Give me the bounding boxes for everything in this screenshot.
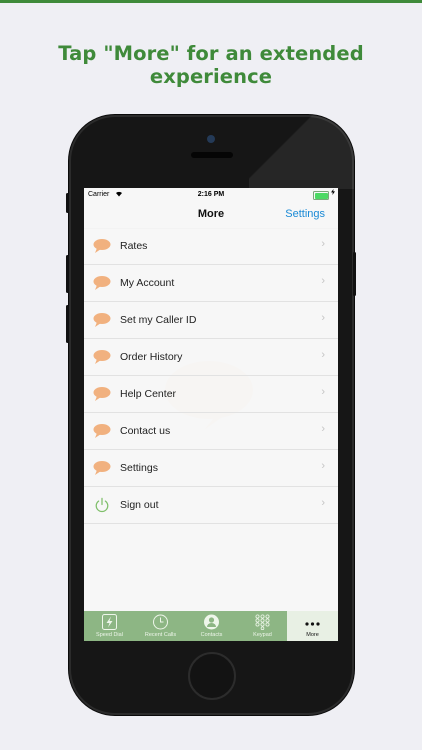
tab-label: More: [306, 632, 319, 638]
speech-bubble-icon: [93, 276, 111, 290]
speech-bubble-icon: [93, 239, 111, 253]
volume-up-button: [66, 255, 69, 293]
chevron-right-icon: ›: [321, 238, 325, 250]
tab-label: Speed Dial: [96, 632, 123, 638]
keypad-icon: [255, 614, 270, 630]
tab-keypad[interactable]: Keypad: [237, 611, 288, 641]
tab-recent-calls[interactable]: Recent Calls: [135, 611, 186, 641]
menu-row-label: Settings: [120, 462, 158, 474]
speech-bubble-icon: [93, 387, 111, 401]
more-menu-list: Rates › My Account › Set my Caller ID ›: [84, 228, 338, 524]
front-camera: [207, 135, 215, 143]
menu-row-my-account[interactable]: My Account ›: [84, 265, 338, 302]
speech-bubble-icon: [93, 461, 111, 475]
speech-bubble-icon: [93, 424, 111, 438]
navigation-bar: More Settings: [84, 201, 338, 229]
tab-speed-dial[interactable]: Speed Dial: [84, 611, 135, 641]
speech-bubble-icon: [93, 313, 111, 327]
mute-switch: [66, 193, 69, 213]
menu-row-set-caller-id[interactable]: Set my Caller ID ›: [84, 302, 338, 339]
menu-row-rates[interactable]: Rates ›: [84, 228, 338, 265]
promo-headline: Tap "More" for an extended experience: [58, 42, 364, 88]
chevron-right-icon: ›: [321, 349, 325, 361]
battery-icon: [313, 191, 329, 200]
clock-icon: [153, 614, 168, 630]
more-dots-icon: [305, 622, 320, 626]
menu-row-label: Order History: [120, 351, 183, 363]
top-accent-bar: [0, 0, 422, 3]
status-bar: Carrier 2:16 PM: [84, 188, 338, 201]
speech-bubble-icon: [93, 350, 111, 364]
lightning-icon: [102, 614, 117, 630]
chevron-right-icon: ›: [321, 497, 325, 509]
app-screen: Carrier 2:16 PM More Settings Rates › My…: [84, 188, 338, 641]
menu-row-label: Contact us: [120, 425, 171, 437]
tab-label: Contacts: [200, 632, 223, 638]
menu-row-order-history[interactable]: Order History ›: [84, 339, 338, 376]
volume-down-button: [66, 305, 69, 343]
menu-row-label: My Account: [120, 277, 175, 289]
tab-more[interactable]: More: [287, 611, 338, 641]
chevron-right-icon: ›: [321, 312, 325, 324]
status-time: 2:16 PM: [197, 191, 225, 198]
menu-row-label: Sign out: [120, 499, 159, 511]
chevron-right-icon: ›: [321, 423, 325, 435]
menu-row-settings[interactable]: Settings ›: [84, 450, 338, 487]
earpiece-speaker: [191, 152, 233, 158]
menu-row-help-center[interactable]: Help Center ›: [84, 376, 338, 413]
person-icon: [204, 614, 219, 630]
tab-contacts[interactable]: Contacts: [186, 611, 237, 641]
menu-row-contact-us[interactable]: Contact us ›: [84, 413, 338, 450]
power-icon: [95, 497, 109, 513]
home-button[interactable]: [188, 652, 236, 700]
tab-label: Keypad: [253, 632, 272, 638]
chevron-right-icon: ›: [321, 275, 325, 287]
chevron-right-icon: ›: [321, 386, 325, 398]
menu-row-label: Rates: [120, 240, 148, 252]
settings-nav-button[interactable]: Settings: [285, 208, 325, 220]
chevron-right-icon: ›: [321, 460, 325, 472]
charging-icon: [331, 189, 335, 197]
menu-row-label: Help Center: [120, 388, 177, 400]
menu-row-sign-out[interactable]: Sign out ›: [84, 487, 338, 524]
power-button: [353, 252, 356, 296]
tab-bar: Speed Dial Recent Calls Contacts Keypad …: [84, 611, 338, 641]
tab-label: Recent Calls: [144, 632, 177, 638]
menu-row-label: Set my Caller ID: [120, 314, 197, 326]
